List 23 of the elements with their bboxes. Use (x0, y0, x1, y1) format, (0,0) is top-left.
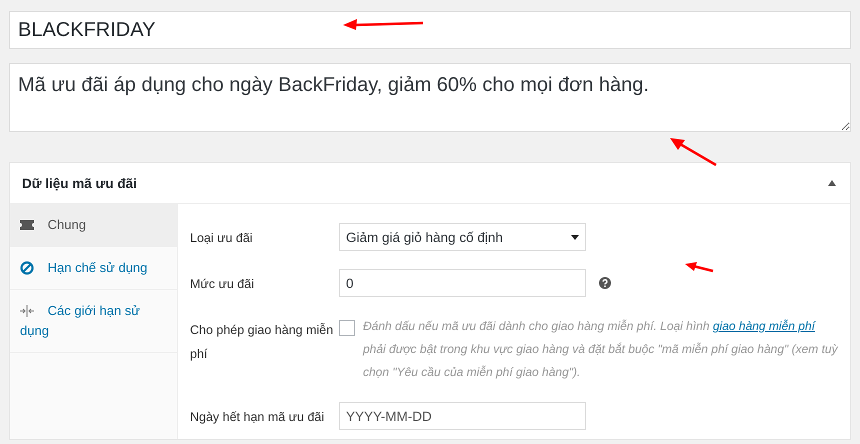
field-label: Cho phép giao hàng miễn phí (190, 322, 334, 363)
caret-icon (571, 234, 579, 240)
sidebar-tab[interactable]: Chung (10, 204, 177, 247)
arrows-inward-icon (20, 304, 34, 317)
sidebar-tab[interactable]: Các giới hạn sử dụng (10, 290, 177, 353)
free-shipping-link[interactable]: giao hàng miễn phí (712, 319, 815, 333)
field-description: Đánh dấu nếu mã ưu đãi dành cho giao hàng miễn phí. Loại hình giao hàng miễn phí phải được bật trong khu vực giao hàng và đặt bắt buộc "mã miễn phí giao hàng" (xem tuỳ chọn "Yêu cầu của miễn phí giao hàng"). (363, 318, 839, 381)
sidebar-tab[interactable]: Hạn chế sử dụng (10, 247, 177, 290)
field-label: Ngày hết hạn mã ưu đãi (190, 409, 326, 426)
input-field[interactable]: YYYY-MM-DD (339, 402, 586, 430)
checkbox[interactable] (339, 320, 355, 336)
title-field[interactable]: BLACKFRIDAY (9, 11, 851, 49)
panel-title: Dữ liệu mã ưu đãi (22, 176, 137, 190)
collapse-toggle-icon[interactable] (828, 180, 836, 186)
field-label: Mức ưu đãi (190, 276, 255, 293)
ban-icon (20, 260, 34, 275)
discount-type-select[interactable]: Giảm giá giỏ hàng cố định (339, 223, 586, 251)
ticket-icon (20, 220, 34, 230)
help-icon[interactable] (599, 277, 611, 289)
input-field[interactable]: 0 (339, 269, 586, 297)
field-label: Loại ưu đãi (190, 230, 254, 247)
annotation-arrow (685, 262, 715, 274)
description-field[interactable]: Mã ưu đãi áp dụng cho ngày BackFriday, giảm 60% cho mọi đơn hàng. (9, 63, 851, 132)
